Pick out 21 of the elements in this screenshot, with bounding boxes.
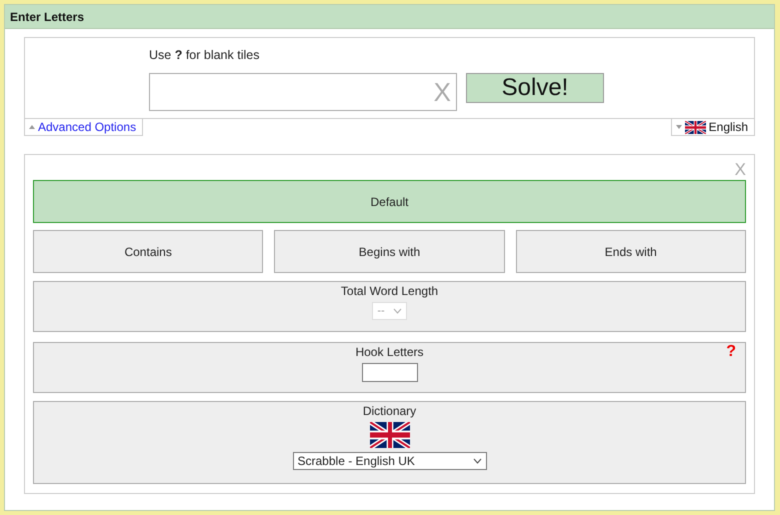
section-label: Dictionary <box>362 404 416 418</box>
help-link[interactable]: ? <box>726 343 736 361</box>
advanced-options-toggle[interactable]: Advanced Options <box>24 119 144 136</box>
solve-button[interactable]: Solve! <box>466 73 604 103</box>
flag-icon <box>370 422 410 448</box>
language-selector[interactable]: English <box>670 119 755 136</box>
hint-text: Use ? for blank tiles <box>149 48 260 62</box>
chevron-down-icon <box>472 458 482 464</box>
section-label: Total Word Length <box>340 284 438 298</box>
panel-header: Enter Letters <box>5 5 774 29</box>
mode-button[interactable]: Begins with <box>274 230 505 273</box>
triangle-icon <box>29 125 35 129</box>
mode-button[interactable]: Contains <box>33 230 264 273</box>
chevron-down-icon <box>392 308 402 314</box>
mode-button[interactable]: Default <box>33 180 746 223</box>
mode-button[interactable]: Ends with <box>516 230 746 273</box>
section-label: Hook Letters <box>355 345 424 359</box>
flag-icon <box>684 120 706 134</box>
dictionary-select[interactable]: Scrabble - English UK <box>292 452 486 470</box>
triangle-icon <box>676 125 682 129</box>
hook-letters-field[interactable] <box>362 363 418 382</box>
